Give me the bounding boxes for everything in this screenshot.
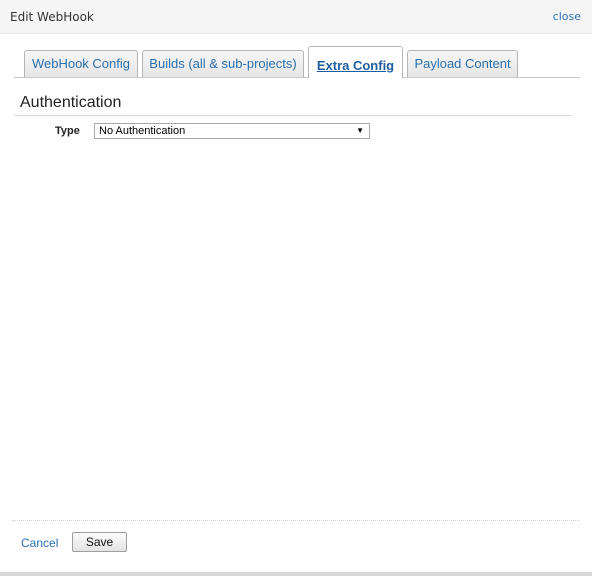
close-link[interactable]: close [553,10,581,23]
authentication-type-select[interactable]: No Authentication ▼ [94,123,370,139]
tab-webhook-config[interactable]: WebHook Config [24,50,138,77]
tab-bar-divider [14,77,580,78]
type-label: Type [55,125,80,137]
tab-payload-content[interactable]: Payload Content [407,50,518,77]
tab-extra-config[interactable]: Extra Config [308,46,403,78]
dialog-title: Edit WebHook [10,10,94,24]
cancel-link[interactable]: Cancel [21,536,58,550]
authentication-heading: Authentication [20,94,122,111]
tab-builds[interactable]: Builds (all & sub-projects) [142,50,304,77]
edit-webhook-dialog: Edit WebHook close WebHook Config Builds… [0,0,592,576]
save-button[interactable]: Save [72,532,127,552]
section-divider [14,115,572,116]
dialog-title-bar: Edit WebHook close [0,0,592,34]
footer-divider [12,520,580,522]
dialog-bottom-edge [0,572,592,576]
authentication-type-value: No Authentication [99,125,186,137]
dropdown-arrow-icon: ▼ [356,126,364,135]
